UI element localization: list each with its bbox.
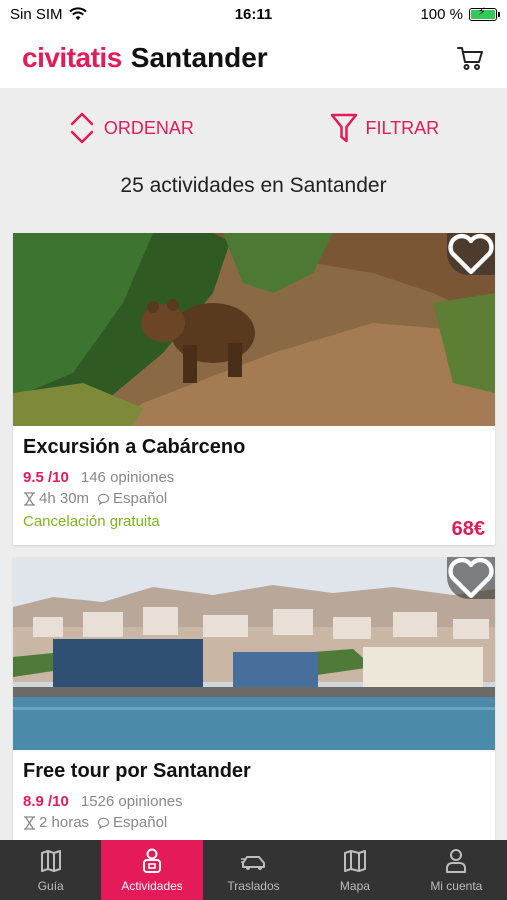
rating-value: 9.5 /10 — [23, 469, 69, 486]
rating-value: 8.9 /10 — [23, 793, 69, 810]
language: Español — [97, 814, 167, 831]
nav-label: Traslados — [227, 879, 280, 893]
duration: 2 horas — [23, 814, 89, 831]
heart-icon — [448, 557, 494, 598]
activity-card[interactable]: Free tour por Santander 8.9 /10 1526 opi… — [13, 557, 495, 857]
duration-value: 2 horas — [39, 814, 90, 831]
logo[interactable]: civitatis Santander — [22, 42, 268, 74]
filter-label: FILTRAR — [365, 117, 440, 138]
nav-activities[interactable]: Actividades — [101, 840, 203, 900]
rating-row: 9.5 /10 146 opiniones — [23, 469, 485, 486]
meta-row: 4h 30m Español — [23, 490, 485, 507]
map-icon — [343, 850, 366, 872]
free-cancellation: Cancelación gratuita — [23, 513, 160, 530]
heart-icon — [448, 233, 494, 274]
activity-image[interactable] — [13, 233, 495, 426]
nav-map[interactable]: Mapa — [304, 840, 405, 900]
speech-bubble-icon — [97, 817, 110, 829]
meta-row: 2 horas Español — [23, 814, 485, 831]
status-right: 100 % ⚡ — [347, 5, 500, 23]
status-bar: Sin SIM 16:11 100 % ⚡ — [0, 0, 507, 28]
battery-percent: 100 % — [420, 5, 463, 23]
brand-logo: civitatis — [22, 42, 122, 73]
activity-image[interactable] — [13, 557, 495, 750]
nav-label: Mi cuenta — [430, 879, 483, 893]
nav-transfers[interactable]: Traslados — [203, 840, 304, 900]
person-ticket-icon — [143, 848, 162, 873]
activity-card[interactable]: Excursión a Cabárceno 9.5 /10 146 opinio… — [13, 233, 495, 545]
sort-button[interactable]: ORDENAR — [68, 111, 194, 145]
opinions-count: 146 opiniones — [80, 469, 175, 486]
nav-account[interactable]: Mi cuenta — [406, 840, 507, 900]
wifi-icon — [68, 7, 87, 20]
status-left: Sin SIM — [10, 6, 160, 23]
language-value: Español — [113, 490, 168, 507]
filter-button[interactable]: FILTRAR — [330, 111, 440, 145]
opinions-count: 1526 opiniones — [80, 793, 183, 810]
app-header: civitatis Santander — [0, 28, 507, 88]
price: 68€ — [451, 518, 485, 540]
sort-arrows-icon — [70, 112, 94, 144]
favorite-button[interactable] — [447, 557, 495, 599]
bottom-nav: Guía Actividades Traslados Mapa Mi cuent… — [0, 840, 507, 900]
bear-photo — [13, 233, 495, 426]
activity-title[interactable]: Excursión a Cabárceno — [23, 436, 485, 459]
car-icon — [240, 856, 265, 870]
nav-label: Guía — [37, 879, 64, 893]
nav-label: Mapa — [339, 879, 370, 893]
language: Español — [97, 490, 167, 507]
rating-row: 8.9 /10 1526 opiniones — [23, 793, 485, 810]
results-count: 25 actividades en Santander — [120, 174, 387, 197]
card-body: Free tour por Santander 8.9 /10 1526 opi… — [13, 750, 495, 831]
battery-icon: ⚡ — [468, 6, 500, 21]
cart-icon[interactable] — [455, 43, 485, 73]
clock: 16:11 — [234, 5, 273, 23]
card-body: Excursión a Cabárceno 9.5 /10 146 opinio… — [13, 426, 495, 540]
city-photo — [13, 557, 495, 750]
favorite-button[interactable] — [447, 233, 495, 275]
sort-filter-bar: ORDENAR FILTRAR — [0, 100, 507, 156]
hourglass-icon — [24, 815, 35, 830]
sort-label: ORDENAR — [103, 117, 194, 138]
hourglass-icon — [24, 491, 35, 506]
duration-value: 4h 30m — [39, 490, 90, 507]
activity-title[interactable]: Free tour por Santander — [23, 760, 485, 783]
carrier-label: Sin SIM — [10, 5, 63, 23]
user-icon — [446, 849, 467, 873]
filter-funnel-icon — [330, 113, 357, 143]
city-title: Santander — [130, 42, 268, 73]
map-book-icon — [40, 850, 61, 872]
duration: 4h 30m — [23, 490, 89, 507]
nav-label: Actividades — [121, 879, 183, 893]
language-value: Español — [113, 814, 168, 831]
speech-bubble-icon — [97, 493, 110, 505]
nav-guide[interactable]: Guía — [0, 840, 101, 900]
